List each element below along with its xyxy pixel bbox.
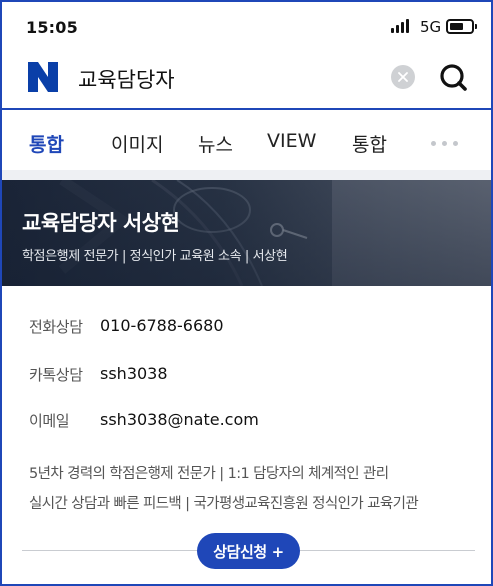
consult-request-button[interactable]: 상담신청 + xyxy=(197,533,300,569)
search-bar: 교육담당자 xyxy=(2,48,491,108)
description-line: 5년차 경력의 학점은행제 전문가 | 1:1 담당자의 체계적인 관리 xyxy=(29,466,389,482)
contact-row-email: 이메일 ssh3038@nate.com xyxy=(29,410,469,434)
search-icon[interactable] xyxy=(438,62,468,92)
battery-icon xyxy=(446,19,477,34)
description-line: 실시간 상담과 빠른 피드백 | 국가평생교육진흥원 정식인가 교육기관 xyxy=(29,496,419,512)
tab-news[interactable]: 뉴스 xyxy=(198,130,233,157)
phone-frame: 15:05 5G 교육담당자 통합 이미지 뉴스 VIEW 통합 교육담당자 서… xyxy=(0,0,493,586)
profile-banner: 교육담당자 서상현 학점은행제 전문가 | 정식인가 교육원 소속 | 서상현 xyxy=(2,180,491,286)
contact-row-phone: 전화상담 010-6788-6680 xyxy=(29,316,469,340)
section-gap xyxy=(2,170,491,180)
network-label: 5G xyxy=(420,18,442,36)
banner-subtitle: 학점은행제 전문가 | 정식인가 교육원 소속 | 서상현 xyxy=(22,249,288,264)
contact-label: 이메일 xyxy=(29,412,70,430)
contact-label: 전화상담 xyxy=(29,318,83,336)
tab-view[interactable]: VIEW xyxy=(267,130,316,152)
signal-icon xyxy=(391,19,409,33)
more-tabs-icon[interactable] xyxy=(431,141,458,146)
banner-title: 교육담당자 서상현 xyxy=(22,211,180,235)
contact-label: 카톡상담 xyxy=(29,366,83,384)
tab-images[interactable]: 이미지 xyxy=(111,130,163,157)
clear-icon[interactable] xyxy=(391,65,415,89)
status-bar: 15:05 5G xyxy=(2,2,491,48)
search-query-input[interactable]: 교육담당자 xyxy=(78,64,175,94)
naver-logo-icon[interactable] xyxy=(27,62,59,92)
contact-row-kakao: 카톡상담 ssh3038 xyxy=(29,364,469,388)
phone-number-link[interactable]: 010-6788-6680 xyxy=(100,316,224,335)
email-link[interactable]: ssh3038@nate.com xyxy=(100,410,259,429)
status-time: 15:05 xyxy=(26,18,78,37)
kakao-id-link[interactable]: ssh3038 xyxy=(100,364,168,383)
tab-integrated-2[interactable]: 통합 xyxy=(352,130,387,157)
search-tabs: 통합 이미지 뉴스 VIEW 통합 xyxy=(2,110,491,170)
tab-integrated[interactable]: 통합 xyxy=(29,130,64,157)
